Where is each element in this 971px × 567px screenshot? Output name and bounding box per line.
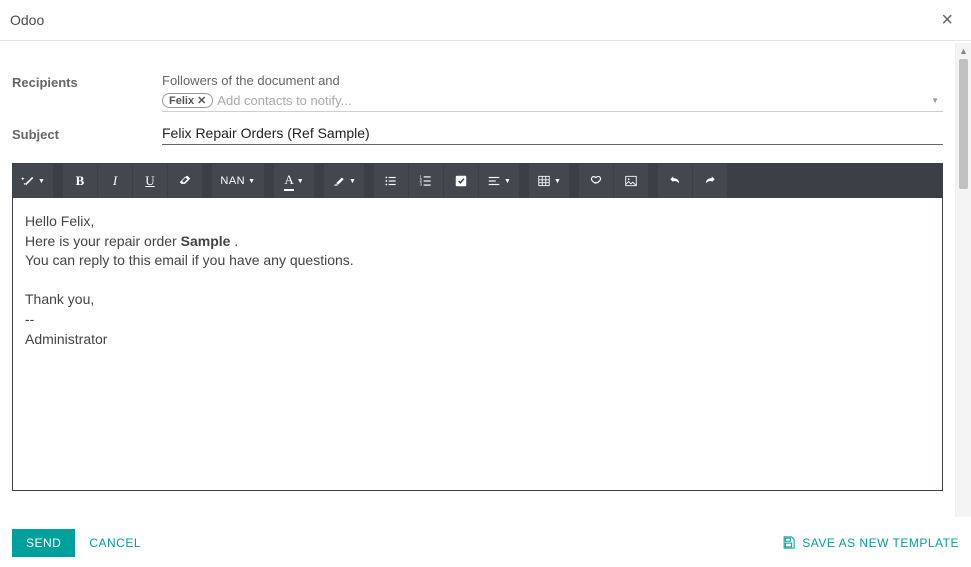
align-dropdown[interactable]: ▼ (479, 164, 519, 198)
recipients-tag-input[interactable]: Felix ✕ ▼ (162, 92, 943, 112)
chevron-down-icon: ▼ (248, 178, 255, 185)
save-template-label: SAVE AS NEW TEMPLATE (802, 536, 959, 550)
font-size-dropdown[interactable]: NAN ▼ (212, 164, 264, 198)
undo-icon[interactable] (658, 164, 692, 198)
recipients-field: Followers of the document and Felix ✕ ▼ (162, 73, 943, 112)
editor-line: -- (25, 310, 930, 330)
subject-input[interactable] (162, 122, 943, 145)
eraser-icon[interactable] (168, 164, 202, 198)
subject-field (162, 122, 943, 145)
ordered-list-icon[interactable]: 123 (409, 164, 443, 198)
editor-toolbar: ▼ B I U NAN ▼ A ▼ ▼ (13, 164, 942, 198)
wand-icon[interactable]: ▼ (13, 164, 53, 198)
save-icon (781, 535, 796, 550)
svg-text:3: 3 (420, 182, 423, 187)
cancel-button[interactable]: CANCEL (75, 529, 155, 557)
modal-footer: SEND CANCEL SAVE AS NEW TEMPLATE (0, 518, 971, 567)
unordered-list-icon[interactable] (374, 164, 408, 198)
editor-body[interactable]: Hello Felix, Here is your repair order S… (13, 198, 942, 490)
link-icon[interactable] (579, 164, 613, 198)
editor-line: Hello Felix, (25, 212, 930, 232)
scroll-up-icon[interactable]: ▲ (956, 43, 971, 59)
chevron-down-icon: ▼ (38, 178, 45, 185)
subject-label: Subject (12, 125, 162, 142)
editor: ▼ B I U NAN ▼ A ▼ ▼ (12, 163, 943, 491)
checklist-icon[interactable] (444, 164, 478, 198)
bold-button[interactable]: B (63, 164, 97, 198)
modal-header: Odoo × (0, 0, 971, 41)
recipients-dropdown-icon[interactable]: ▼ (931, 96, 943, 105)
font-color-label: A (284, 172, 293, 191)
editor-line: Thank you, (25, 290, 930, 310)
recipients-row: Recipients Followers of the document and… (12, 73, 943, 112)
modal-title: Odoo (10, 12, 44, 28)
tag-remove-icon[interactable]: ✕ (197, 94, 206, 107)
italic-button[interactable]: I (98, 164, 132, 198)
recipient-tag[interactable]: Felix ✕ (162, 93, 213, 108)
font-size-label: NAN (220, 175, 245, 187)
editor-line: Here is your repair order Sample . (25, 232, 930, 252)
subject-row: Subject (12, 122, 943, 145)
scroll-thumb[interactable] (959, 59, 968, 189)
chevron-down-icon: ▼ (349, 178, 356, 185)
image-icon[interactable] (614, 164, 648, 198)
redo-icon[interactable] (693, 164, 727, 198)
close-icon[interactable]: × (937, 10, 957, 30)
highlight-dropdown[interactable]: ▼ (324, 164, 364, 198)
modal-body: Recipients Followers of the document and… (0, 43, 955, 517)
recipients-input[interactable] (217, 92, 931, 109)
editor-line (25, 271, 930, 291)
chevron-down-icon: ▼ (504, 178, 511, 185)
save-as-template-button[interactable]: SAVE AS NEW TEMPLATE (781, 528, 959, 557)
editor-line: Administrator (25, 330, 930, 350)
table-dropdown[interactable]: ▼ (529, 164, 569, 198)
chevron-down-icon: ▼ (554, 178, 561, 185)
chevron-down-icon: ▼ (297, 178, 304, 185)
send-button[interactable]: SEND (12, 529, 75, 557)
scrollbar[interactable]: ▲ (955, 43, 971, 517)
recipients-label: Recipients (12, 73, 162, 90)
followers-text: Followers of the document and (162, 73, 943, 88)
tag-label: Felix (169, 95, 194, 107)
font-color-dropdown[interactable]: A ▼ (274, 164, 314, 198)
underline-button[interactable]: U (133, 164, 167, 198)
editor-line: You can reply to this email if you have … (25, 251, 930, 271)
